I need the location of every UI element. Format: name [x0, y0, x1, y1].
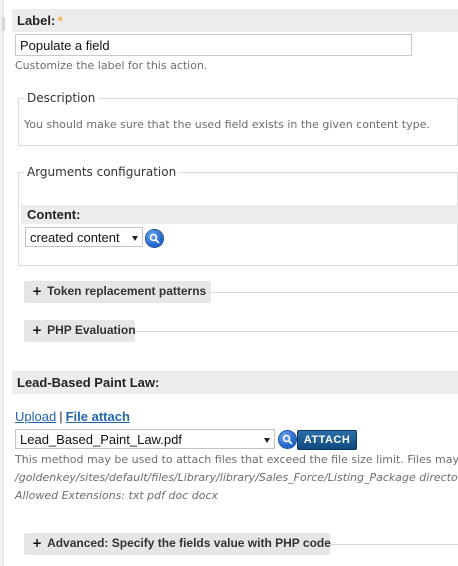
attachment-help-line-1: This method may be used to attach files … — [15, 453, 458, 466]
php-evaluation-label: PHP Evaluation — [47, 323, 136, 337]
arguments-legend: Arguments configuration — [24, 165, 180, 179]
content-field-header: Content: — [21, 205, 458, 224]
search-icon — [149, 233, 160, 244]
content-select-value: created content — [30, 230, 120, 245]
label-help-text: Customize the label for this action. — [15, 59, 208, 72]
token-replacement-toggle[interactable]: + Token replacement patterns — [24, 281, 211, 303]
plus-icon: + — [32, 536, 43, 550]
link-separator: | — [59, 409, 63, 424]
advanced-divider — [329, 544, 458, 545]
upload-link[interactable]: Upload — [15, 409, 56, 424]
plus-icon: + — [32, 323, 43, 337]
label-field-header: Label: * — [12, 9, 458, 32]
file-attach-link[interactable]: File attach — [66, 409, 130, 424]
advanced-php-label: Advanced: Specify the fields value with … — [47, 536, 331, 550]
left-edge — [0, 0, 4, 566]
attachment-help-line-3: Allowed Extensions: txt pdf doc docx — [15, 489, 219, 502]
attach-button[interactable]: ATTACH — [297, 430, 357, 450]
file-select-value: Lead_Based_Paint_Law.pdf — [20, 432, 182, 447]
content-select[interactable]: created content — [25, 227, 143, 247]
label-input[interactable]: Populate a field — [15, 34, 412, 56]
file-select[interactable]: Lead_Based_Paint_Law.pdf — [15, 429, 275, 449]
attachment-field-title: Lead-Based Paint Law: — [17, 375, 160, 390]
label-field-title: Label: — [17, 13, 56, 28]
description-legend: Description — [24, 91, 99, 105]
attachment-method-links: Upload | File attach — [15, 409, 130, 424]
content-search-button[interactable] — [146, 230, 163, 247]
attachment-field-header: Lead-Based Paint Law: — [12, 371, 458, 394]
attachment-help-line-2: /goldenkey/sites/default/files/Library/l… — [15, 471, 458, 484]
file-search-button[interactable] — [279, 431, 296, 448]
php-evaluation-toggle[interactable]: + PHP Evaluation — [24, 320, 136, 342]
php-divider — [134, 331, 458, 332]
plus-icon: + — [32, 284, 43, 298]
chevron-down-icon — [132, 236, 138, 241]
token-divider — [210, 292, 458, 293]
advanced-php-toggle[interactable]: + Advanced: Specify the fields value with… — [24, 533, 331, 555]
left-edge-marker — [2, 17, 5, 31]
chevron-down-icon — [264, 438, 270, 443]
required-marker: * — [57, 14, 64, 28]
search-icon — [282, 434, 293, 445]
content-label: Content: — [27, 207, 81, 222]
description-text: You should make sure that the used field… — [24, 118, 430, 131]
token-replacement-label: Token replacement patterns — [47, 284, 207, 298]
